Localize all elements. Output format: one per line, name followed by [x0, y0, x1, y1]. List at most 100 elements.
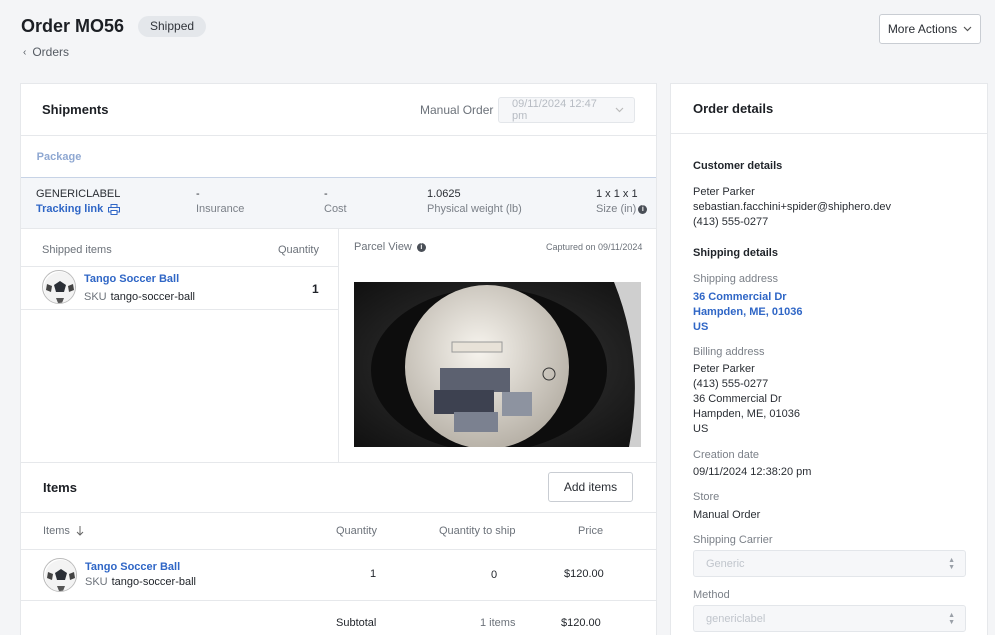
customer-phone: (413) 555-0277 [693, 216, 769, 228]
quantity-column-header: Quantity [336, 525, 377, 537]
weight-value: 1.0625 [427, 188, 461, 200]
parcel-view-label: Parcel View [354, 241, 412, 253]
subtotal-label: Subtotal [336, 617, 377, 629]
size-value: 1 x 1 x 1 [596, 188, 638, 200]
shipping-address-line: Hampden, ME, 01036 [693, 306, 803, 318]
method-value: genericlabel [706, 612, 766, 625]
items-title: Items [43, 480, 77, 495]
sku-value: tango-soccer-ball [110, 291, 195, 303]
parcel-view-header: Parcel View i [354, 241, 426, 253]
arrow-down-icon [76, 526, 84, 536]
items-column-header[interactable]: Items [43, 525, 84, 537]
item-quantity-to-ship: 0 [491, 569, 498, 581]
weight-label: Physical weight (lb) [427, 203, 522, 215]
breadcrumb[interactable]: ‹ Orders [23, 45, 69, 59]
captured-date: Captured on 09/11/2024 [546, 242, 643, 252]
cost-label: Cost [324, 203, 347, 215]
sku-label: SKU [84, 291, 107, 303]
customer-name: Peter Parker [693, 186, 755, 198]
info-icon[interactable]: i [416, 242, 426, 252]
shipped-qty-header: Quantity [278, 244, 319, 256]
store-value: Manual Order [693, 509, 761, 521]
parcel-photo [354, 282, 641, 447]
shipment-date-select[interactable]: 09/11/2024 12:47 pm [498, 97, 635, 123]
size-label-group: Size (in) i [596, 203, 648, 215]
tracking-link-label: Tracking link [36, 203, 104, 215]
stepper-icon: ▲ ▼ [948, 556, 955, 571]
subtotal-count: 1 items [480, 617, 516, 629]
soccer-ball-thumbnail [43, 558, 77, 592]
shipped-item-quantity: 1 [312, 282, 319, 296]
shipped-items-header: Shipped items [42, 244, 112, 256]
size-label: Size (in) [596, 203, 637, 215]
items-col-label: Items [43, 525, 70, 537]
to-ship-column-header: Quantity to ship [439, 525, 516, 537]
subtotal-amount: $120.00 [561, 617, 601, 629]
billing-address: Peter Parker (413) 555-0277 36 Commercia… [693, 362, 800, 437]
chevron-left-icon: ‹ [23, 46, 27, 58]
billing-address-label: Billing address [693, 346, 765, 358]
price-column-header: Price [578, 525, 604, 537]
billing-address-line: Hampden, ME, 01036 [693, 408, 801, 420]
chevron-down-icon [615, 107, 624, 113]
page-title: Order MO56 [21, 16, 125, 36]
breadcrumb-orders[interactable]: Orders [32, 45, 69, 59]
creation-date-label: Creation date [693, 449, 760, 461]
soccer-ball-thumbnail [42, 270, 76, 304]
billing-address-line: Peter Parker [693, 363, 755, 375]
shipping-address-label: Shipping address [693, 273, 779, 285]
insurance-label: Insurance [196, 203, 245, 215]
method-select[interactable]: genericlabel ▲ ▼ [693, 605, 966, 632]
item-row [43, 558, 77, 592]
cost-value: - [324, 188, 328, 200]
info-icon[interactable]: i [638, 204, 648, 214]
shipping-carrier-value: Generic [706, 557, 745, 570]
sku-value: tango-soccer-ball [111, 576, 196, 588]
divider [671, 133, 987, 134]
shipping-address[interactable]: 36 Commercial Dr Hampden, ME, 01036 US [693, 290, 802, 335]
billing-address-line: (413) 555-0277 [693, 378, 769, 390]
insurance-value: - [196, 188, 200, 200]
shipped-item-row [42, 270, 76, 304]
divider [21, 266, 338, 267]
divider [21, 600, 656, 601]
billing-address-line: 36 Commercial Dr [693, 393, 782, 405]
billing-address-line: US [693, 423, 709, 435]
chevron-down-icon [963, 26, 972, 32]
divider [21, 512, 656, 513]
shipping-carrier-select[interactable]: Generic ▲ ▼ [693, 550, 966, 577]
creation-date-value: 09/11/2024 12:38:20 pm [693, 466, 812, 478]
shipping-details-title: Shipping details [693, 247, 778, 259]
shipments-title: Shipments [42, 102, 109, 117]
divider [21, 309, 338, 310]
shipping-address-line: US [693, 321, 709, 333]
customer-email: sebastian.facchini+spider@shiphero.dev [693, 201, 891, 213]
add-items-button[interactable]: Add items [548, 472, 633, 502]
shipped-item-name[interactable]: Tango Soccer Ball [84, 273, 179, 285]
divider [21, 462, 656, 463]
shipping-carrier-label: Shipping Carrier [693, 534, 773, 546]
order-details-title: Order details [693, 101, 774, 116]
printer-icon [108, 203, 121, 215]
item-price: $120.00 [564, 568, 604, 580]
store-label: Store [693, 491, 720, 503]
more-actions-label: More Actions [887, 22, 958, 36]
status-badge: Shipped [138, 16, 207, 37]
shipment-date-value: 09/11/2024 12:47 pm [512, 98, 597, 122]
item-name[interactable]: Tango Soccer Ball [85, 561, 180, 573]
more-actions-button[interactable]: More Actions [879, 14, 981, 44]
item-quantity: 1 [370, 568, 377, 580]
stepper-icon: ▲ ▼ [948, 611, 955, 626]
item-sku: SKU tango-soccer-ball [85, 576, 196, 588]
method-label: Method [693, 589, 730, 601]
divider [21, 549, 656, 550]
shipped-item-sku: SKU tango-soccer-ball [84, 291, 195, 303]
tab-package[interactable]: Package [20, 137, 98, 177]
order-type-label: Manual Order [420, 103, 494, 117]
tracking-link[interactable]: Tracking link [36, 203, 121, 215]
sku-label: SKU [85, 576, 108, 588]
customer-details-title: Customer details [693, 160, 783, 172]
label-name: GENERICLABEL [36, 188, 121, 200]
shipping-address-line: 36 Commercial Dr [693, 291, 787, 303]
divider [338, 229, 339, 462]
